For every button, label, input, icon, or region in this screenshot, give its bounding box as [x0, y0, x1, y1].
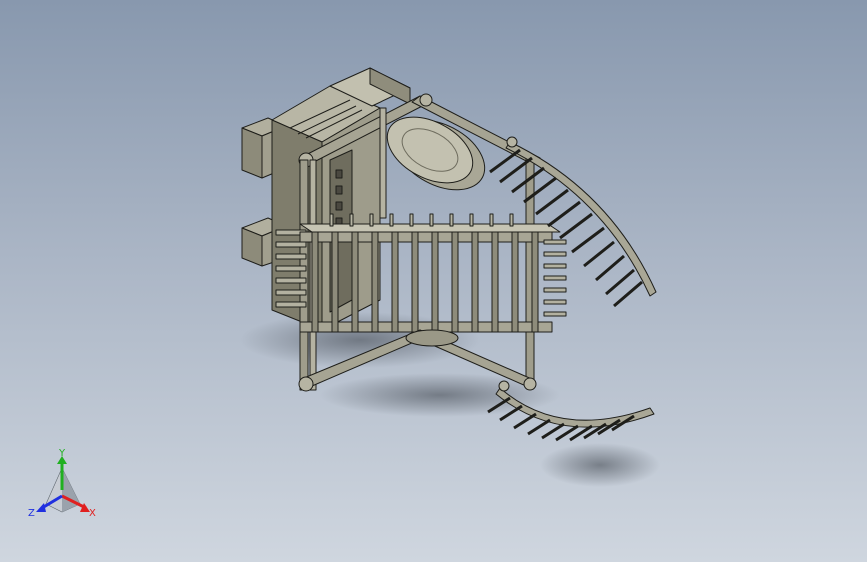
model-view[interactable]: Y X Z	[0, 0, 867, 562]
cad-viewport[interactable]: Y X Z	[0, 0, 867, 562]
orientation-triad[interactable]: Y X Z	[28, 448, 96, 519]
x-axis-label: X	[89, 508, 96, 519]
z-axis-label: Z	[28, 508, 35, 519]
y-axis-label: Y	[58, 448, 66, 459]
